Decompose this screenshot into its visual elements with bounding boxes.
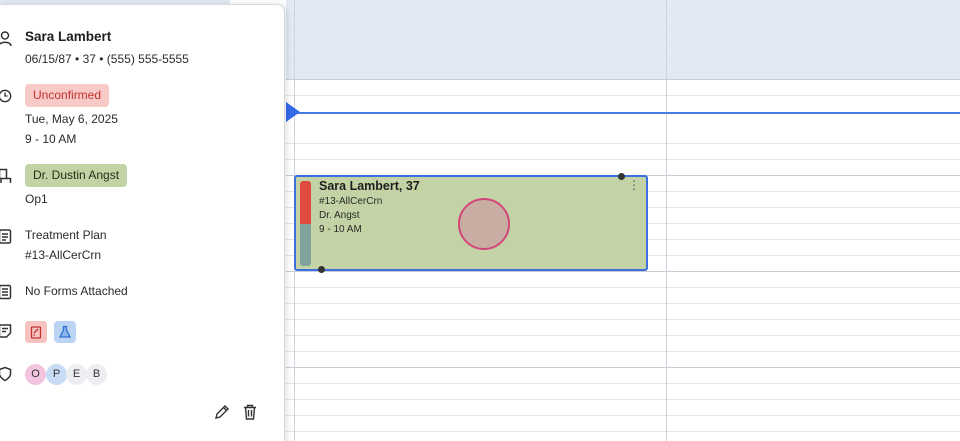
unavailable-hours-shade <box>286 0 960 79</box>
grid-line <box>286 159 960 160</box>
provider-color-bar <box>300 224 311 266</box>
appointment-details-panel: Sara Lambert 06/15/87 • 37 • (555) 555-5… <box>0 4 285 441</box>
appointment-title: Sara Lambert, 37 <box>319 179 420 193</box>
treatment-plan-label: Treatment Plan <box>25 228 107 242</box>
patient-details: 06/15/87 • 37 • (555) 555-5555 <box>25 52 189 66</box>
current-time-marker <box>286 102 300 122</box>
pencil-icon[interactable] <box>213 403 231 421</box>
appointment-time-range: 9 - 10 AM <box>25 132 77 146</box>
grid-line <box>286 319 960 320</box>
current-time-line <box>286 112 960 114</box>
appointment-time: 9 - 10 AM <box>319 224 362 235</box>
clinical-note-icon[interactable] <box>25 321 47 343</box>
status-badge[interactable]: Unconfirmed <box>25 84 110 107</box>
shield-icon <box>0 366 12 382</box>
grid-line <box>286 63 960 64</box>
grid-line <box>286 95 960 96</box>
grid-line-hour <box>286 271 960 272</box>
grid-line <box>286 351 960 352</box>
click-indicator <box>458 198 510 250</box>
grid-line <box>286 143 960 144</box>
grid-line <box>286 303 960 304</box>
grid-line-hour <box>286 367 960 368</box>
provider-badge[interactable]: Dr. Dustin Angst <box>25 164 128 187</box>
insurance-badge-o[interactable]: O <box>25 364 46 385</box>
chair-icon <box>0 168 12 184</box>
clipboard-icon <box>0 228 12 244</box>
grid-line <box>286 335 960 336</box>
insurance-badge-e[interactable]: E <box>66 364 87 385</box>
appointment-provider: Dr. Angst <box>319 210 360 221</box>
appointment-code: #13-AllCerCrn <box>319 196 383 207</box>
person-icon <box>0 31 12 47</box>
grid-line <box>286 399 960 400</box>
status-color-bar <box>300 181 311 224</box>
grid-line <box>286 31 960 32</box>
insurance-badge-b[interactable]: B <box>86 364 107 385</box>
grid-line <box>286 383 960 384</box>
note-icon <box>0 323 12 339</box>
grid-line <box>286 431 960 432</box>
kebab-menu-icon[interactable]: ⋮ <box>628 179 640 191</box>
grid-line <box>286 287 960 288</box>
patient-name[interactable]: Sara Lambert <box>25 29 111 44</box>
trash-icon[interactable] <box>241 403 259 421</box>
scheduler-view: Sara Lambert, 37 #13-AllCerCrn Dr. Angst… <box>0 0 960 441</box>
forms-status: No Forms Attached <box>25 284 128 298</box>
grid-line <box>286 47 960 48</box>
lab-flask-icon[interactable] <box>54 321 76 343</box>
grid-line <box>286 15 960 16</box>
resize-handle-bottom[interactable] <box>318 266 325 273</box>
resize-handle-top[interactable] <box>618 173 625 180</box>
treatment-plan-code[interactable]: #13-AllCerCrn <box>25 248 101 262</box>
operatory: Op1 <box>25 192 48 206</box>
forms-icon <box>0 284 12 300</box>
column-divider <box>666 0 667 441</box>
grid-line-hour <box>286 79 960 80</box>
insurance-badge-p[interactable]: P <box>46 364 67 385</box>
grid-line <box>286 415 960 416</box>
clock-icon <box>0 88 12 104</box>
appointment-date: Tue, May 6, 2025 <box>25 112 118 126</box>
